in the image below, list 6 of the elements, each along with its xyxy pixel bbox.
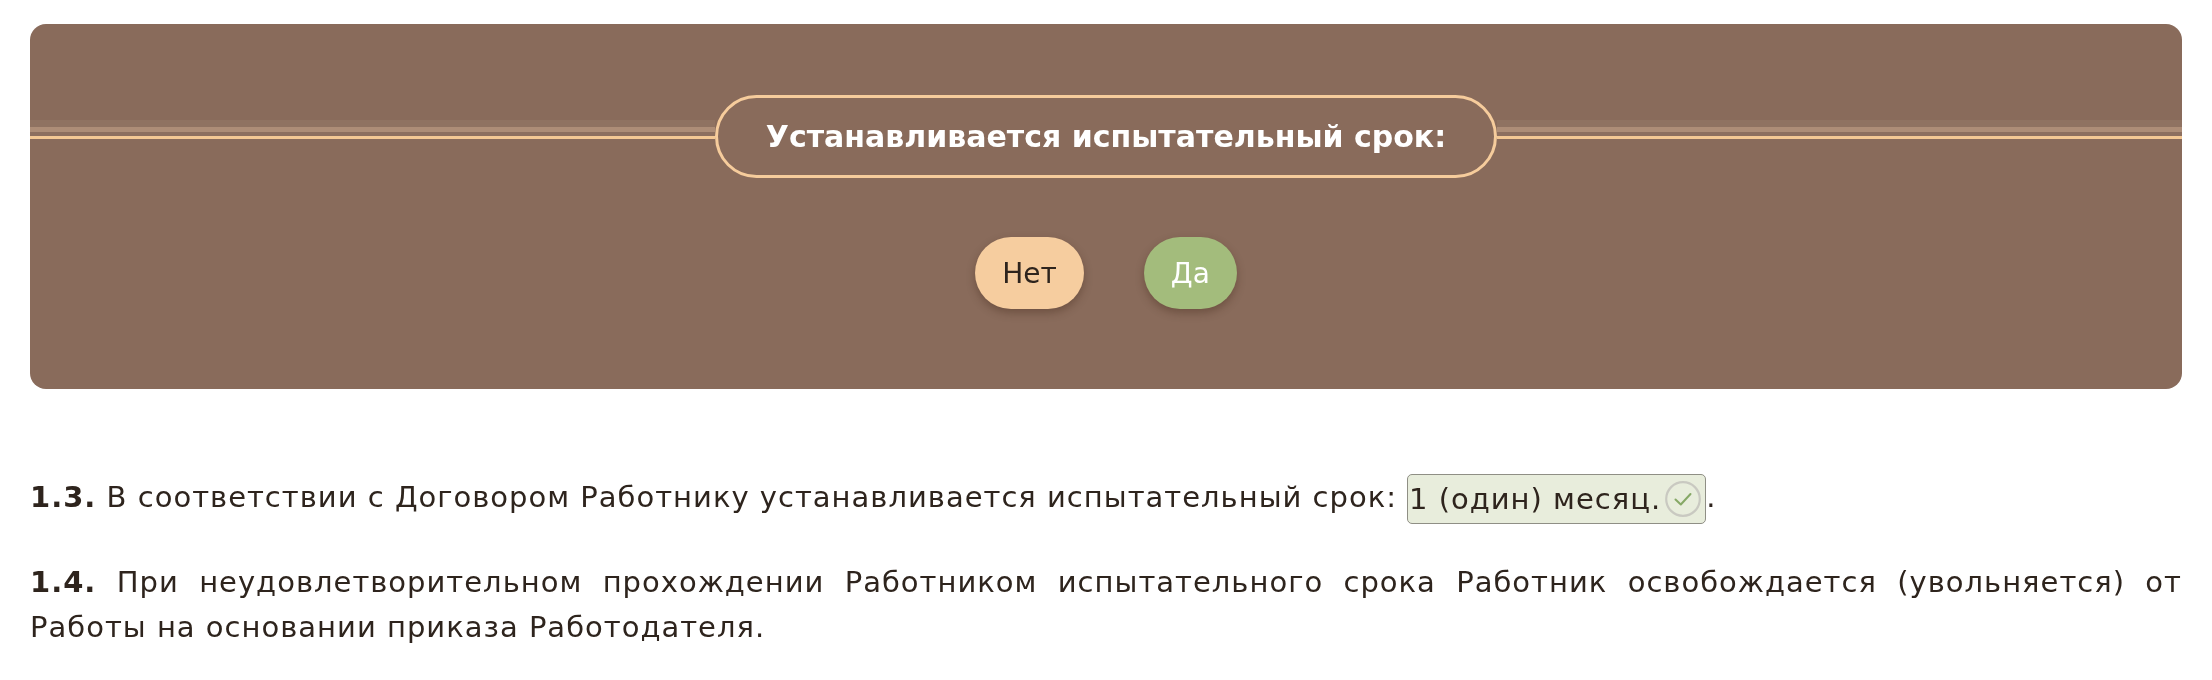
question-title: Устанавливается испытательный срок: xyxy=(714,95,1498,178)
clause-text: 1.3. В соответствии с Договором Работнику устанавливается испытательный срок: xyxy=(30,480,1397,514)
answer-option-button[interactable]: Нет xyxy=(975,237,1084,309)
clause-text: 1.4. При неудовлетворительном прохождении Работником испытательного срока Работник освобождается (увольняется) от Работы на основании приказа Работодателя. xyxy=(30,565,2182,644)
answer-field[interactable]: 1 (один) месяц. xyxy=(1407,474,1707,524)
clause-punctuation: . xyxy=(1706,480,1717,514)
